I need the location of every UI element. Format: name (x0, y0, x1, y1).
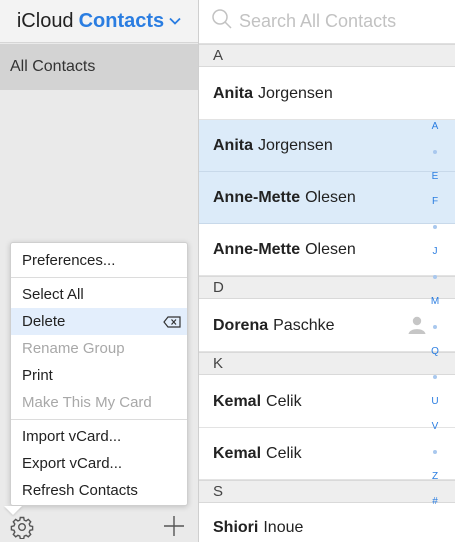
sidebar-item-label: All Contacts (10, 58, 96, 75)
section-header-d: D (199, 276, 455, 299)
index-dot[interactable] (433, 150, 437, 154)
settings-menu: Preferences... Select All Delete Rename … (10, 242, 188, 506)
app-header[interactable]: iCloud Contacts (0, 0, 198, 43)
app-name: iCloud (16, 9, 74, 32)
contact-row[interactable]: Anita Jorgensen (199, 68, 455, 120)
person-placeholder-icon (407, 315, 427, 340)
index-letter-a[interactable]: A (425, 121, 445, 132)
contact-first-name: Kemal (213, 392, 262, 410)
index-dot[interactable] (433, 325, 437, 329)
search-icon (211, 8, 233, 35)
index-letter-j[interactable]: J (425, 246, 445, 257)
index-letter-m[interactable]: M (425, 296, 445, 307)
contact-row[interactable]: Shiori Inoue (199, 504, 455, 542)
index-letter-hash[interactable]: # (425, 496, 445, 507)
sidebar-footer (0, 508, 198, 542)
menu-item-delete-label: Delete (22, 313, 66, 330)
index-dot[interactable] (433, 225, 437, 229)
index-letter-v[interactable]: V (425, 421, 445, 432)
menu-item-export-vcard[interactable]: Export vCard... (11, 450, 187, 477)
index-dot[interactable] (433, 375, 437, 379)
contact-first-name: Dorena (213, 316, 269, 334)
menu-item-rename-group: Rename Group (22, 340, 125, 357)
menu-item-refresh-contacts[interactable]: Refresh Contacts (11, 477, 187, 504)
index-letter-e[interactable]: E (425, 171, 445, 182)
index-letter-q[interactable]: Q (425, 346, 445, 357)
contact-last-name: Paschke (273, 316, 335, 334)
menu-separator (11, 419, 187, 420)
contact-last-name: Olesen (305, 188, 356, 206)
contact-row[interactable]: Kemal Celik (199, 376, 455, 428)
contact-last-name: Celik (266, 392, 302, 410)
contact-first-name: Anne-Mette (213, 188, 301, 206)
menu-item-select-all[interactable]: Select All (11, 281, 187, 308)
section-header-a: A (199, 44, 455, 67)
menu-pointer (4, 506, 22, 515)
contact-last-name: Jorgensen (258, 136, 333, 154)
sidebar-item-all-contacts[interactable]: All Contacts (0, 44, 198, 90)
contact-row-selected[interactable]: Anne-Mette Olesen (199, 172, 455, 224)
contact-first-name: Kemal (213, 444, 262, 462)
search-bar (199, 0, 455, 44)
plus-icon (164, 516, 184, 536)
contact-first-name: Anita (213, 84, 253, 102)
contact-row[interactable]: Anne-Mette Olesen (199, 224, 455, 276)
add-contact-button[interactable] (161, 513, 187, 539)
contact-first-name: Shiori (213, 519, 259, 536)
index-letter-f[interactable]: F (425, 196, 445, 207)
menu-item-delete[interactable]: Delete (11, 308, 187, 335)
menu-item-import-vcard[interactable]: Import vCard... (11, 423, 187, 450)
contact-row-selected[interactable]: Anita Jorgensen (199, 120, 455, 172)
index-dot[interactable] (433, 275, 437, 279)
contact-row[interactable]: Dorena Paschke (199, 300, 455, 352)
contact-first-name: Anne-Mette (213, 240, 301, 258)
section-header-s: S (199, 480, 455, 503)
backspace-icon (163, 315, 181, 332)
menu-item-print[interactable]: Print (11, 362, 187, 389)
index-letter-z[interactable]: Z (425, 471, 445, 482)
contact-row[interactable]: Kemal Celik (199, 428, 455, 480)
contact-last-name: Inoue (263, 519, 304, 536)
app-section-title[interactable]: Contacts (79, 10, 165, 33)
search-input[interactable] (239, 11, 449, 32)
menu-item-preferences[interactable]: Preferences... (11, 247, 187, 274)
menu-item-make-my-card: Make This My Card (22, 394, 152, 411)
chevron-down-icon[interactable] (169, 17, 181, 25)
contact-last-name: Celik (266, 444, 302, 462)
contact-first-name: Anita (213, 136, 253, 154)
contacts-list: A Anita Jorgensen Anita Jorgensen Anne-M… (199, 0, 455, 542)
section-header-k: K (199, 352, 455, 375)
contact-last-name: Jorgensen (258, 84, 333, 102)
gear-icon[interactable] (10, 515, 34, 540)
contact-last-name: Olesen (305, 240, 356, 258)
menu-separator (11, 277, 187, 278)
index-letter-u[interactable]: U (425, 396, 445, 407)
index-dot[interactable] (433, 450, 437, 454)
